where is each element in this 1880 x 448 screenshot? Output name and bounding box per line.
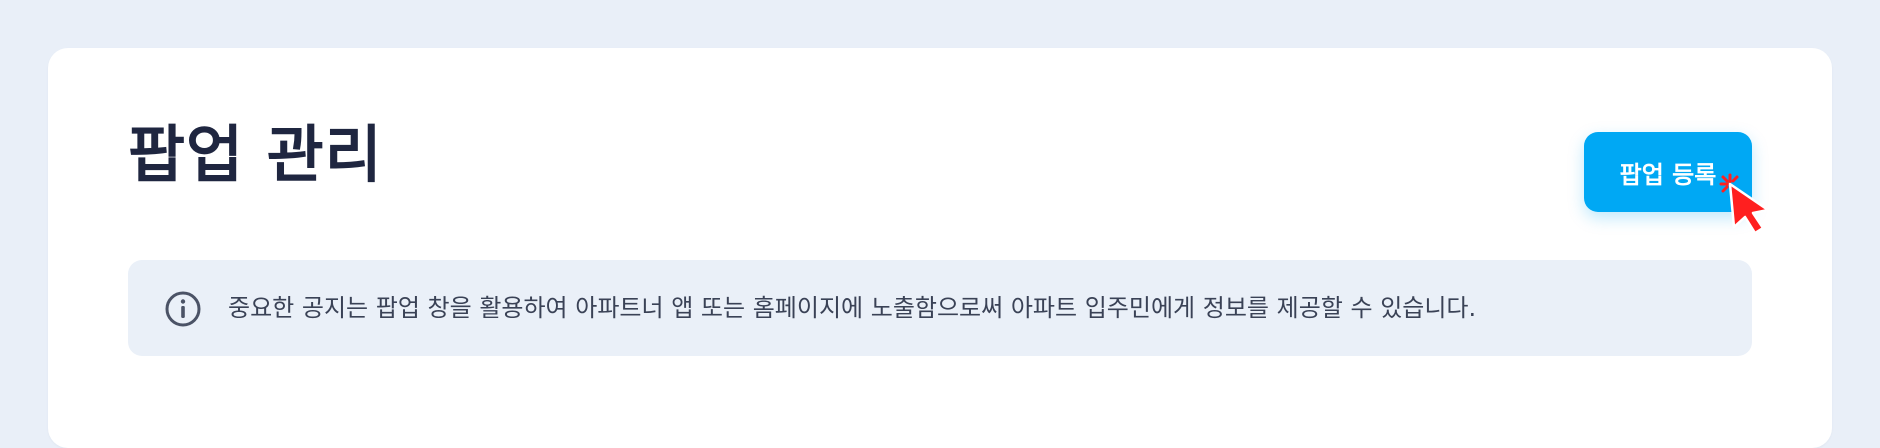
info-notice: 중요한 공지는 팝업 창을 활용하여 아파트너 앱 또는 홈페이지에 노출함으로… bbox=[128, 260, 1752, 356]
cursor-click-icon bbox=[1718, 172, 1782, 236]
popup-management-card: 팝업 관리 팝업 등록 중요한 공지는 팝업 창을 활용하여 아파트너 앱 또는… bbox=[48, 48, 1832, 448]
info-circle-icon bbox=[164, 290, 202, 328]
notice-text: 중요한 공지는 팝업 창을 활용하여 아파트너 앱 또는 홈페이지에 노출함으로… bbox=[228, 294, 1477, 322]
page-title: 팝업 관리 bbox=[128, 118, 383, 191]
